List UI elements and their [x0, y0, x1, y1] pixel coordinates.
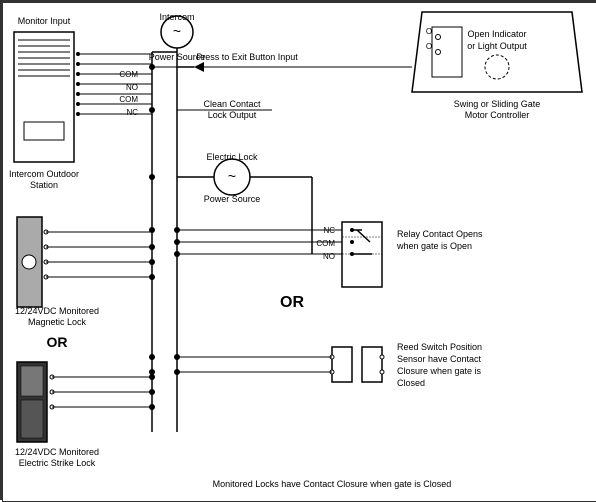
svg-text:Closure when gate is: Closure when gate is — [397, 366, 482, 376]
svg-text:COM: COM — [316, 239, 335, 248]
svg-text:~: ~ — [173, 23, 181, 39]
svg-text:NC: NC — [126, 108, 138, 117]
svg-text:Closed: Closed — [397, 378, 425, 388]
svg-text:Monitor Input: Monitor Input — [18, 16, 71, 26]
svg-text:Motor Controller: Motor Controller — [465, 110, 530, 120]
svg-text:Open Indicator: Open Indicator — [467, 29, 526, 39]
svg-text:~: ~ — [228, 168, 236, 184]
svg-text:O: O — [426, 42, 432, 51]
svg-text:Intercom Outdoor: Intercom Outdoor — [9, 169, 79, 179]
svg-text:Magnetic Lock: Magnetic Lock — [28, 317, 87, 327]
svg-text:O: O — [426, 27, 432, 36]
svg-text:Swing or Sliding Gate: Swing or Sliding Gate — [454, 99, 541, 109]
svg-text:Electric Lock: Electric Lock — [206, 152, 258, 162]
svg-text:Monitored Locks have Contact C: Monitored Locks have Contact Closure whe… — [213, 479, 452, 489]
svg-text:Sensor have Contact: Sensor have Contact — [397, 354, 482, 364]
svg-text:when gate is Open: when gate is Open — [396, 241, 472, 251]
svg-text:NO: NO — [323, 252, 335, 261]
svg-text:Reed Switch Position: Reed Switch Position — [397, 342, 482, 352]
svg-text:Electric Strike Lock: Electric Strike Lock — [19, 458, 96, 468]
svg-text:NO: NO — [126, 83, 138, 92]
svg-text:OR: OR — [280, 294, 304, 311]
svg-text:Intercom: Intercom — [159, 12, 194, 22]
svg-text:12/24VDC Monitored: 12/24VDC Monitored — [15, 447, 99, 457]
svg-text:Lock Output: Lock Output — [208, 110, 257, 120]
svg-text:COM: COM — [119, 95, 138, 104]
svg-text:COM: COM — [119, 70, 138, 79]
svg-text:Power Source: Power Source — [204, 194, 261, 204]
svg-text:12/24VDC Monitored: 12/24VDC Monitored — [15, 306, 99, 316]
svg-text:Relay Contact Opens: Relay Contact Opens — [397, 229, 483, 239]
wiring-diagram: Monitor Input Intercom Outdoor Station ~… — [0, 0, 596, 500]
svg-text:Press to Exit Button Input: Press to Exit Button Input — [196, 52, 298, 62]
svg-text:Station: Station — [30, 180, 58, 190]
svg-text:Clean Contact: Clean Contact — [203, 99, 261, 109]
svg-text:or Light Output: or Light Output — [467, 41, 527, 51]
svg-text:OR: OR — [47, 334, 68, 350]
